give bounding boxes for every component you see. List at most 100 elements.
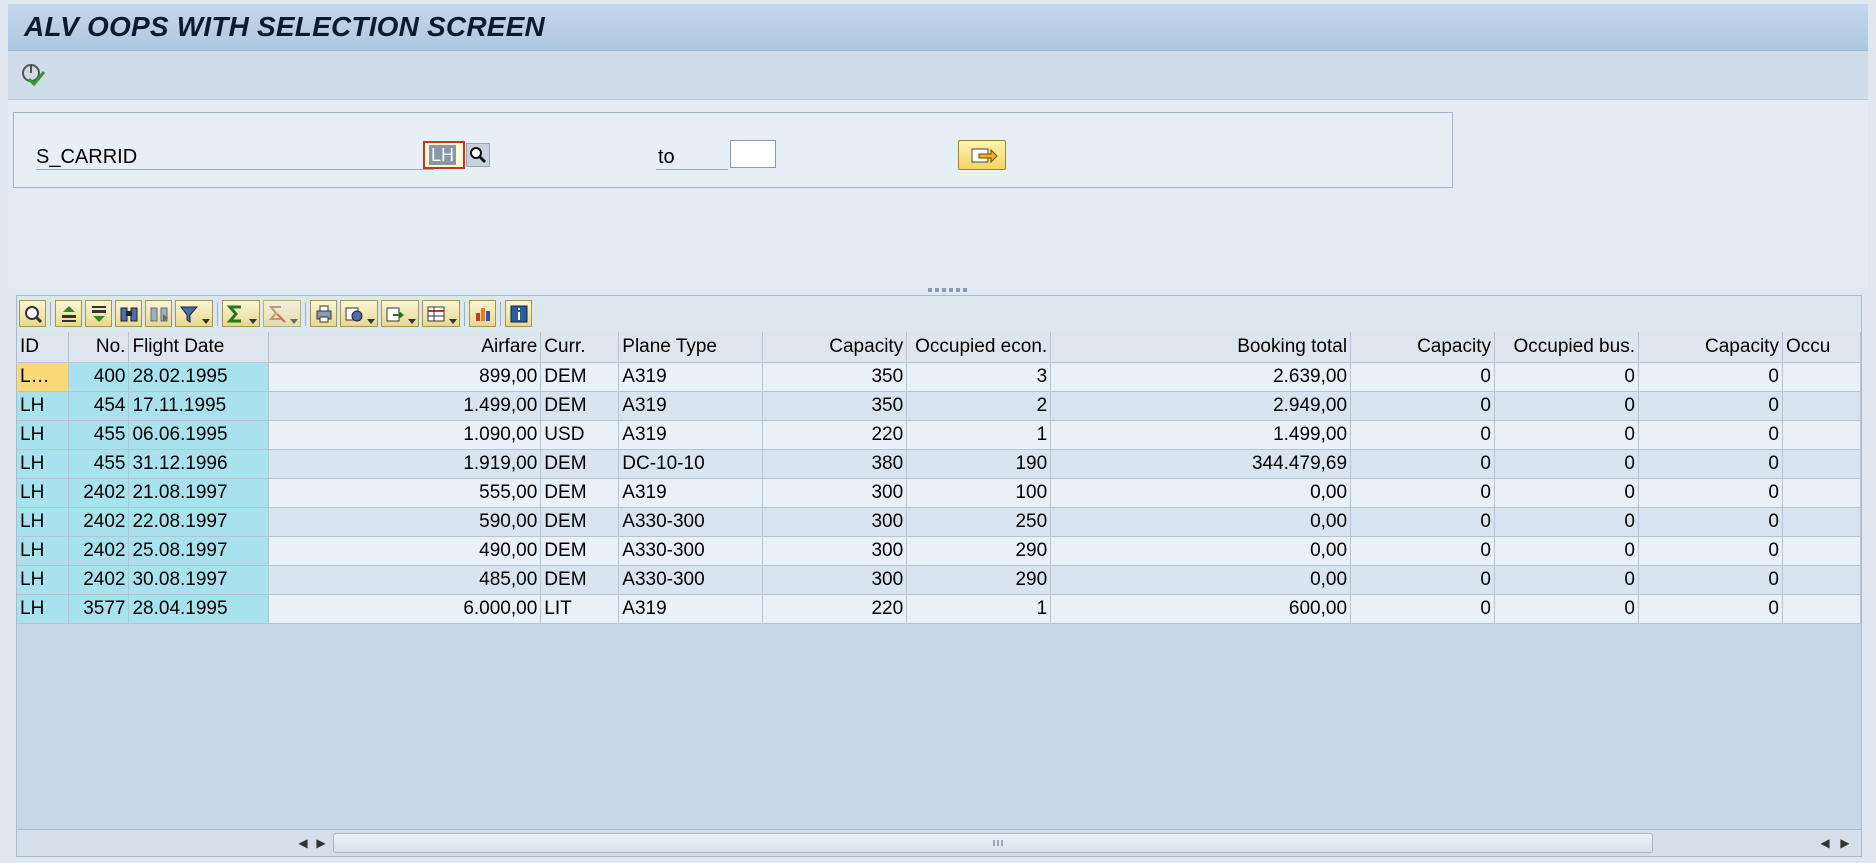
table-cell[interactable]: 300 <box>762 507 908 537</box>
table-cell[interactable]: L… <box>17 362 70 392</box>
table-cell[interactable]: 1 <box>906 420 1052 450</box>
table-cell[interactable]: 21.08.1997 <box>128 478 270 508</box>
column-header-capacity[interactable]: Capacity <box>762 332 908 363</box>
table-cell[interactable]: 0 <box>1494 507 1639 537</box>
table-cell[interactable]: 22.08.1997 <box>128 507 270 537</box>
print-preview-icon[interactable] <box>310 300 337 327</box>
table-cell[interactable]: 0 <box>1494 565 1639 595</box>
sort-ascending-icon[interactable] <box>55 300 82 327</box>
table-cell[interactable]: 590,00 <box>268 507 542 537</box>
table-cell[interactable]: 2402 <box>68 565 130 595</box>
table-cell[interactable]: 899,00 <box>268 362 542 392</box>
table-row[interactable]: LH 2402 25.08.1997 490,00 DEM A330-300 300 290 0… <box>17 536 1862 566</box>
table-cell[interactable]: 2402 <box>68 478 130 508</box>
table-cell[interactable] <box>1782 507 1862 537</box>
table-cell[interactable]: 1.499,00 <box>268 391 542 421</box>
export-icon[interactable] <box>381 300 419 327</box>
table-cell[interactable]: LH <box>17 449 70 479</box>
column-header-plane-type[interactable]: Plane Type <box>618 332 764 363</box>
table-row[interactable]: LH 455 06.06.1995 1.090,00 USD A319 220 1 1.499,… <box>17 420 1862 450</box>
table-cell[interactable]: 290 <box>906 565 1052 595</box>
info-icon[interactable] <box>505 300 532 327</box>
table-row[interactable]: LH 3577 28.04.1995 6.000,00 LIT A319 220 1 600,0… <box>17 594 1862 624</box>
table-row[interactable]: LH 454 17.11.1995 1.499,00 DEM A319 350 2 2.949,… <box>17 391 1862 421</box>
s-carrid-high-input[interactable] <box>730 140 776 168</box>
table-cell[interactable]: 485,00 <box>268 565 542 595</box>
column-header-occupied-bus[interactable]: Occupied bus. <box>1494 332 1639 363</box>
table-cell[interactable] <box>1782 449 1862 479</box>
column-header-currency[interactable]: Curr. <box>540 332 620 363</box>
table-cell[interactable]: 100 <box>906 478 1052 508</box>
table-cell[interactable]: 0 <box>1494 449 1639 479</box>
column-header-capacity-bus[interactable]: Capacity <box>1350 332 1495 363</box>
table-cell[interactable]: 2.949,00 <box>1050 391 1352 421</box>
table-cell[interactable]: 300 <box>762 536 908 566</box>
table-cell[interactable]: 25.08.1997 <box>128 536 270 566</box>
table-cell[interactable]: 490,00 <box>268 536 542 566</box>
table-cell[interactable]: LIT <box>540 594 620 624</box>
table-cell[interactable]: 300 <box>762 478 908 508</box>
column-header-booking-total[interactable]: Booking total <box>1050 332 1352 363</box>
table-cell[interactable]: A319 <box>618 362 764 392</box>
table-cell[interactable]: 300 <box>762 565 908 595</box>
table-cell[interactable]: 17.11.1995 <box>128 391 270 421</box>
splitter-handle[interactable] <box>928 288 968 292</box>
table-cell[interactable]: LH <box>17 507 70 537</box>
table-cell[interactable]: A319 <box>618 594 764 624</box>
table-cell[interactable]: LH <box>17 478 70 508</box>
table-cell[interactable]: 6.000,00 <box>268 594 542 624</box>
table-cell[interactable]: 0 <box>1638 391 1783 421</box>
table-cell[interactable]: 2 <box>906 391 1052 421</box>
table-cell[interactable]: 0 <box>1638 362 1783 392</box>
table-cell[interactable]: A319 <box>618 391 764 421</box>
table-cell[interactable] <box>1782 478 1862 508</box>
table-cell[interactable]: 0 <box>1350 362 1495 392</box>
table-cell[interactable]: 0 <box>1350 536 1495 566</box>
scroll-right-icon[interactable]: ▶ <box>311 833 331 853</box>
table-cell[interactable]: A319 <box>618 478 764 508</box>
table-cell[interactable]: DEM <box>540 391 620 421</box>
table-row[interactable]: LH 2402 21.08.1997 555,00 DEM A319 300 100 0,00 0… <box>17 478 1862 508</box>
table-cell[interactable]: 0 <box>1350 565 1495 595</box>
table-cell[interactable]: 0 <box>1350 594 1495 624</box>
table-cell[interactable]: 0 <box>1638 594 1783 624</box>
table-cell[interactable]: 344.479,69 <box>1050 449 1352 479</box>
find-next-icon[interactable] <box>145 300 172 327</box>
table-cell[interactable]: 3577 <box>68 594 130 624</box>
table-cell[interactable] <box>1782 391 1862 421</box>
table-cell[interactable]: 0 <box>1638 478 1783 508</box>
table-cell[interactable]: 380 <box>762 449 908 479</box>
table-cell[interactable]: A330-300 <box>618 565 764 595</box>
execute-icon[interactable] <box>20 62 46 88</box>
table-cell[interactable]: LH <box>17 594 70 624</box>
table-cell[interactable]: 455 <box>68 420 130 450</box>
column-header-airfare[interactable]: Airfare <box>268 332 542 363</box>
table-cell[interactable]: 1.919,00 <box>268 449 542 479</box>
table-cell[interactable]: 290 <box>906 536 1052 566</box>
table-cell[interactable]: 0,00 <box>1050 565 1352 595</box>
table-cell[interactable]: 0,00 <box>1050 536 1352 566</box>
details-icon[interactable] <box>19 300 46 327</box>
table-cell[interactable]: A319 <box>618 420 764 450</box>
table-row[interactable]: LH 2402 22.08.1997 590,00 DEM A330-300 300 250 0… <box>17 507 1862 537</box>
subtotal-icon[interactable] <box>263 300 301 327</box>
scroll-left-end-icon[interactable]: ◀ <box>1815 833 1835 853</box>
table-cell[interactable]: 0,00 <box>1050 478 1352 508</box>
graphic-icon[interactable] <box>469 300 496 327</box>
table-cell[interactable]: 0 <box>1350 478 1495 508</box>
table-cell[interactable] <box>1782 565 1862 595</box>
table-cell[interactable]: 0 <box>1638 536 1783 566</box>
table-cell[interactable]: 600,00 <box>1050 594 1352 624</box>
table-cell[interactable]: 0 <box>1350 507 1495 537</box>
table-cell[interactable]: 0 <box>1350 449 1495 479</box>
table-cell[interactable]: 454 <box>68 391 130 421</box>
table-cell[interactable]: 0 <box>1494 362 1639 392</box>
table-cell[interactable]: 455 <box>68 449 130 479</box>
table-cell[interactable]: 2402 <box>68 536 130 566</box>
table-cell[interactable]: LH <box>17 536 70 566</box>
column-header-capacity-first[interactable]: Capacity <box>1638 332 1783 363</box>
table-cell[interactable]: 350 <box>762 362 908 392</box>
table-cell[interactable]: 1.090,00 <box>268 420 542 450</box>
table-cell[interactable]: DEM <box>540 565 620 595</box>
table-cell[interactable]: 2402 <box>68 507 130 537</box>
